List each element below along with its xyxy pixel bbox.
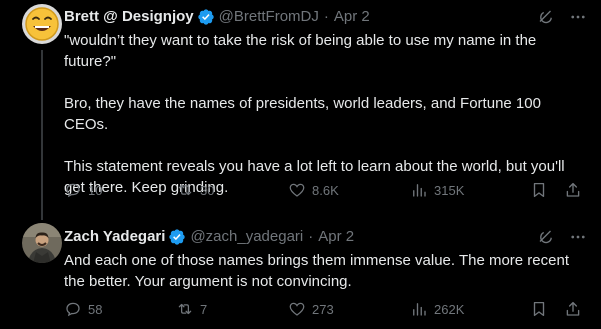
verified-badge-icon — [169, 229, 186, 245]
author-handle[interactable]: @BrettFromDJ — [219, 7, 319, 27]
author-name[interactable]: Zach Yadegari — [64, 227, 165, 247]
view-count: 262K — [434, 301, 465, 317]
views-button[interactable]: 262K — [410, 299, 464, 319]
reply-count: 10 — [88, 182, 103, 198]
reply-icon — [66, 183, 80, 198]
smiley-face-avatar-icon — [22, 4, 62, 44]
person-photo-avatar-icon — [22, 223, 62, 263]
view-count: 315K — [434, 182, 465, 198]
like-count: 273 — [312, 301, 334, 317]
separator-dot: · — [323, 8, 329, 25]
heart-icon — [289, 183, 305, 197]
more-icon[interactable] — [569, 8, 587, 26]
reply-button[interactable]: 58 — [64, 299, 102, 319]
share-icon — [566, 182, 580, 197]
share-button[interactable] — [564, 180, 588, 200]
tweet-paragraph: And each one of those names brings them … — [64, 252, 569, 290]
like-button[interactable]: 273 — [288, 299, 334, 319]
repost-icon — [178, 184, 192, 196]
views-button[interactable]: 315K — [410, 180, 464, 200]
reply-count: 58 — [88, 301, 103, 317]
analytics-icon — [413, 303, 426, 316]
reply-button[interactable]: 10 — [64, 180, 102, 200]
author-handle[interactable]: @zach_yadegari — [190, 227, 303, 247]
grok-icon[interactable] — [537, 228, 555, 246]
repost-icon — [178, 303, 192, 315]
analytics-icon — [413, 184, 426, 197]
tweet-header: Brett @ Designjoy @BrettFromDJ · Apr 2 — [64, 7, 587, 27]
bookmark-icon — [533, 301, 545, 317]
share-button[interactable] — [564, 299, 588, 319]
repost-count: 30 — [200, 182, 215, 198]
tweet[interactable]: Brett @ Designjoy @BrettFromDJ · Apr 2 "… — [0, 0, 601, 220]
author-avatar[interactable] — [22, 4, 62, 44]
tweet-paragraph: Bro, they have the names of presidents, … — [64, 95, 541, 133]
tweet-content: Zach Yadegari @zach_yadegari · Apr 2 And… — [64, 227, 587, 292]
tweet-actions: 10 30 8.6K 315K — [64, 180, 584, 200]
tweet-date[interactable]: Apr 2 — [318, 227, 354, 247]
bookmark-button[interactable] — [530, 180, 554, 200]
tweet-text: And each one of those names brings them … — [64, 250, 587, 292]
bookmark-icon — [533, 182, 545, 198]
share-icon — [566, 301, 580, 316]
separator-dot: · — [308, 228, 314, 245]
author-avatar[interactable] — [22, 223, 62, 263]
repost-count: 7 — [200, 301, 208, 317]
tweet-header: Zach Yadegari @zach_yadegari · Apr 2 — [64, 227, 587, 247]
like-button[interactable]: 8.6K — [288, 180, 339, 200]
tweet[interactable]: Zach Yadegari @zach_yadegari · Apr 2 And… — [0, 211, 601, 329]
bookmark-button[interactable] — [530, 299, 554, 319]
heart-icon — [289, 302, 305, 316]
thread-connector-line — [41, 50, 43, 220]
author-name[interactable]: Brett @ Designjoy — [64, 7, 194, 27]
reply-icon — [66, 302, 80, 317]
repost-button[interactable]: 30 — [176, 180, 214, 200]
like-count: 8.6K — [312, 182, 339, 198]
grok-icon[interactable] — [537, 8, 555, 26]
tweet-content: Brett @ Designjoy @BrettFromDJ · Apr 2 "… — [64, 7, 587, 198]
tweet-paragraph: "wouldn’t they want to take the risk of … — [64, 32, 537, 70]
repost-button[interactable]: 7 — [176, 299, 207, 319]
verified-badge-icon — [197, 9, 214, 25]
tweet-text: "wouldn’t they want to take the risk of … — [64, 30, 587, 198]
tweet-actions: 58 7 273 262K — [64, 299, 584, 319]
tweet-date[interactable]: Apr 2 — [334, 7, 370, 27]
more-icon[interactable] — [569, 228, 587, 246]
